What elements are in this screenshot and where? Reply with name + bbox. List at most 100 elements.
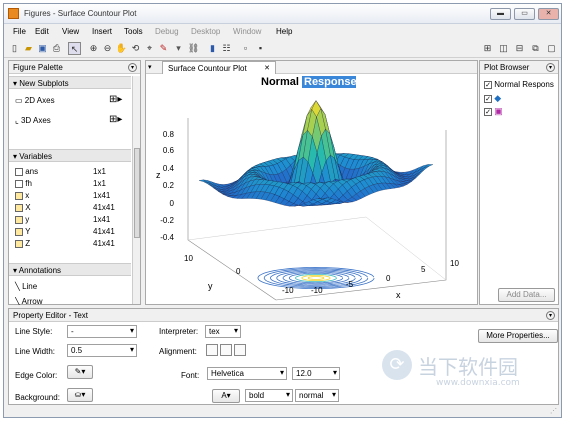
panel-menu-icon[interactable]: ▾ [546,63,555,72]
panel-menu-icon[interactable]: ▾ [546,311,555,320]
colorbar-icon[interactable]: ▮ [206,42,219,55]
open-file-icon[interactable]: ▰ [22,42,35,55]
variable-name[interactable]: x [25,191,29,200]
variable-name[interactable]: Y [25,227,30,236]
font-select[interactable]: Helvetica [207,367,287,380]
toolbar: ▯ ▰ ▣ ⎙ ↖ ⊕ ⊖ ✋ ⟲ ⌖ ✎ ▾ ⛓ ▮ ☷ ▫ ▪ ⊞ ◫ ⊟ … [4,40,561,58]
palette-scrollbar[interactable] [132,76,140,304]
pan-icon[interactable]: ✋ [115,42,128,55]
variables-section[interactable]: ▾ Variables [9,149,131,162]
tab-surface-plot[interactable]: Surface Countour Plot ✕ [162,61,276,74]
background-color-button[interactable]: ⛀▾ [67,388,93,402]
matrix-icon [15,203,23,212]
annotation-arrow[interactable]: ╲ Arrow [15,297,43,305]
plot-browser-item-title[interactable]: ✓ Normal Respons [484,80,554,89]
z-tick-label: 0.8 [163,130,175,139]
rotate-3d-icon[interactable]: ⟲ [129,42,142,55]
edit-plot-icon[interactable]: ↖ [68,42,81,55]
left-right-layout-icon[interactable]: ◫ [497,42,510,55]
menu-debug[interactable]: Debug [155,27,179,36]
plot-title[interactable]: Normal Response [261,76,357,88]
variable-name[interactable]: X [25,203,30,212]
minimize-button[interactable]: ▬ [490,8,511,20]
variable-name[interactable]: y [25,215,29,224]
contour-line [307,276,325,280]
watermark-text: 当下软件园 [418,355,518,379]
annotation-line-label: Line [22,282,38,291]
menu-help[interactable]: Help [276,27,292,36]
restore-button[interactable]: ▭ [514,8,535,20]
plot-browser-item-contour[interactable]: ✓ ▣ [484,106,503,117]
window-title: Figures - Surface Countour Plot [24,9,137,18]
menu-window[interactable]: Window [233,27,261,36]
font-size-select[interactable]: 12.0 [292,367,340,380]
brush-dropdown-icon[interactable]: ▾ [172,42,185,55]
brush-icon[interactable]: ✎ [157,42,170,55]
data-cursor-icon[interactable]: ⌖ [143,42,156,55]
figure-palette-header: Figure Palette ▾ [9,61,140,74]
grid-layout-icon[interactable]: ⊞▸ [109,94,122,105]
checkbox-checked[interactable]: ✓ [484,80,492,89]
menu-tools[interactable]: Tools [124,27,143,36]
variable-name[interactable]: ans [25,167,38,176]
annotations-section[interactable]: ▾ Annotations [9,263,131,276]
plot-browser-item-surface[interactable]: ✓ ◆ [484,93,501,104]
annotation-line[interactable]: ╲ Line [15,282,37,291]
x-axis-label: x [396,290,401,300]
axes-3d-icon: ⌞ [15,116,19,125]
align-left-icon[interactable] [206,344,218,356]
print-icon[interactable]: ⎙ [50,42,63,55]
hide-plot-tools-icon[interactable]: ▫ [239,42,252,55]
grid-layout-icon[interactable]: ⊞▸ [109,114,122,125]
menu-insert[interactable]: Insert [92,27,112,36]
add-data-button[interactable]: Add Data... [498,288,555,302]
panel-menu-icon[interactable]: ▾ [128,63,137,72]
contour-line [301,274,331,282]
new-subplots-header: New Subplots [19,79,69,88]
variable-name[interactable]: Z [25,239,30,248]
new-subplots-section[interactable]: ▾ New Subplots [9,76,131,89]
checkbox-checked[interactable]: ✓ [484,94,492,103]
surface-plot[interactable]: Normal Response 0.8 0.6 0.4 0.2 0 -0.2 -… [146,75,477,305]
line-width-select[interactable]: 0.5 [67,344,137,357]
variable-size: 41x41 [93,239,115,248]
scrollbar-thumb[interactable] [134,148,140,238]
maximize-layout-icon[interactable]: ▢ [545,42,558,55]
resize-grip-icon[interactable]: ⋰ [550,407,557,415]
align-right-icon[interactable] [234,344,246,356]
variable-name[interactable]: fh [25,179,32,188]
float-layout-icon[interactable]: ⧉ [529,42,542,55]
menu-desktop[interactable]: Desktop [191,27,220,36]
matrix-icon [15,227,23,236]
font-weight-select[interactable]: bold [245,389,293,402]
plot-browser-title: Plot Browser [484,63,530,72]
new-figure-icon[interactable]: ▯ [8,42,21,55]
tab-menu-icon[interactable]: ▾ [148,63,156,71]
subplot-2d-axes[interactable]: ▭ 2D Axes [15,96,55,105]
font-angle-select[interactable]: normal [295,389,339,402]
checkbox-checked[interactable]: ✓ [484,107,492,116]
interpreter-select[interactable]: tex [205,325,241,338]
align-center-icon[interactable] [220,344,232,356]
close-button[interactable]: ✕ [538,8,559,20]
subplot-3d-axes[interactable]: ⌞ 3D Axes [15,116,51,125]
menu-file[interactable]: File [13,27,26,36]
z-ticks: 0.8 0.6 0.4 0.2 0 -0.2 -0.4 [160,130,174,242]
menu-edit[interactable]: Edit [35,27,49,36]
line-style-select[interactable]: - [67,325,137,338]
menu-view[interactable]: View [62,27,79,36]
tile-layout-icon[interactable]: ⊞ [481,42,494,55]
plot-browser-header: Plot Browser ▾ [480,61,558,74]
font-color-button[interactable]: A▾ [212,389,240,403]
save-icon[interactable]: ▣ [36,42,49,55]
legend-icon[interactable]: ☷ [220,42,233,55]
more-properties-button[interactable]: More Properties... [478,329,558,343]
font-color-icon: A▾ [221,391,231,400]
show-plot-tools-icon[interactable]: ▪ [254,42,267,55]
zoom-in-icon[interactable]: ⊕ [87,42,100,55]
edge-color-button[interactable]: ✎▾ [67,365,93,379]
zoom-out-icon[interactable]: ⊖ [101,42,114,55]
tab-close-icon[interactable]: ✕ [264,64,270,72]
link-plot-icon[interactable]: ⛓ [187,42,200,55]
top-bottom-layout-icon[interactable]: ⊟ [513,42,526,55]
